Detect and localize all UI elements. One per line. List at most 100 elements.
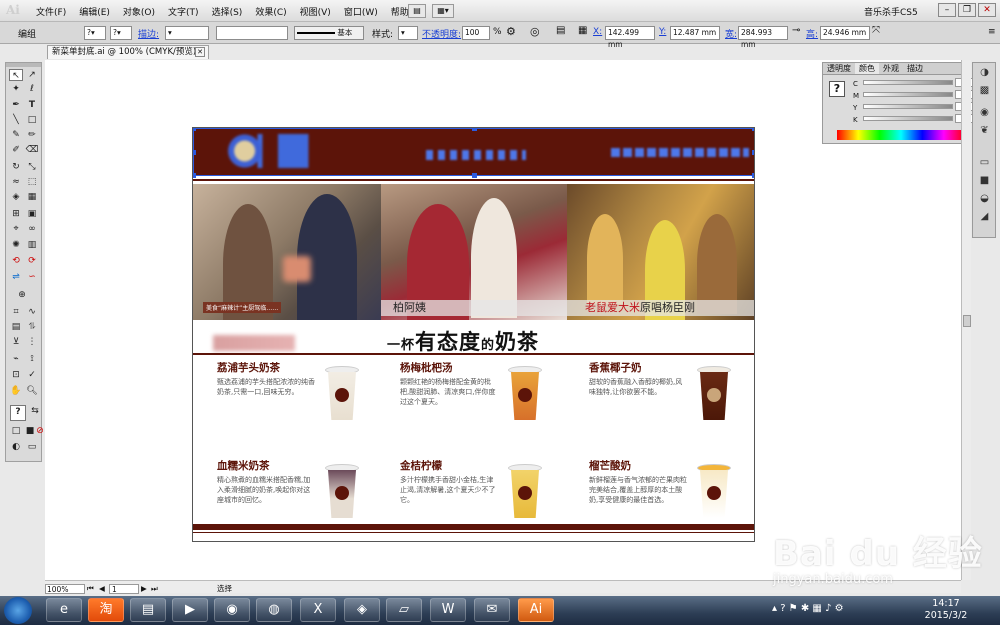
transform-panel-icon[interactable]: ⤧ (872, 25, 880, 36)
menu-object[interactable]: 对象(O) (123, 5, 155, 18)
menu-select[interactable]: 选择(S) (212, 5, 243, 18)
stroke-swatch[interactable]: ?▾ (110, 26, 132, 40)
line-tool-icon[interactable]: ╲ (9, 114, 23, 126)
zoom-field[interactable]: 100% (45, 584, 85, 594)
recolor-icon[interactable]: ⚙ (506, 25, 516, 38)
chrome-icon[interactable]: ◍ (256, 598, 292, 622)
appearance-panel-icon[interactable]: ◢ (978, 211, 991, 223)
mesh-tool-icon[interactable]: ⊞ (9, 208, 23, 220)
menu-file[interactable]: 文件(F) (36, 5, 66, 18)
document-tab[interactable]: 新菜单封底.ai @ 100% (CMYK/预览) ✕ (47, 45, 209, 59)
menu-item[interactable]: 荔浦芋头奶茶 甄选荔浦的芋头搭配浓浓的纯香奶茶,只需一口,回味无穷。 (217, 360, 377, 440)
height-input[interactable]: 24.946 mm (820, 26, 870, 40)
close-document-icon[interactable]: ✕ (195, 47, 205, 57)
menu-item[interactable]: 杨梅枇杷汤 颗颗红艳的杨梅搭配金黄的枇杷,酸甜润肺、清凉爽口,伴你度过这个夏天。 (400, 360, 560, 440)
clock[interactable]: 14:17 2015/3/2 (916, 598, 976, 622)
curvature-tool-icon[interactable]: ⟳ (25, 255, 39, 267)
eraser-tool-icon[interactable]: ⌫ (25, 144, 39, 156)
eyedropper-tool-icon[interactable]: ⌖ (9, 223, 23, 235)
resize-handle-bl[interactable] (193, 173, 196, 178)
free-transform-tool-icon[interactable]: ⬚ (25, 176, 39, 188)
opacity-input[interactable]: 100 (462, 26, 490, 40)
color-panel-icon[interactable]: ◑ (978, 67, 991, 79)
fill-swatch[interactable]: ?▾ (84, 26, 106, 40)
resize-handle-b[interactable] (472, 173, 477, 178)
y-label[interactable]: Y: (659, 27, 666, 37)
explorer-icon[interactable]: ▤ (130, 598, 166, 622)
variable-width-select[interactable] (216, 26, 288, 40)
eyedropper-alt-icon[interactable]: ✓ (25, 369, 39, 381)
gradient-mode-icon[interactable]: ■ (23, 425, 37, 437)
screen-mode-icon[interactable]: ▭ (25, 441, 39, 453)
blob-brush-tool-icon[interactable]: ✐ (9, 144, 23, 156)
rotate-tool-icon[interactable]: ↻ (9, 161, 23, 173)
pencil-tool-icon[interactable]: ✏ (25, 129, 39, 141)
slice-select-tool-icon[interactable]: ⋮ (25, 336, 39, 348)
blend-tool-icon[interactable]: ∞ (25, 223, 39, 235)
browser-360-icon[interactable]: ◉ (214, 598, 250, 622)
prev-artboard-icon[interactable]: ◀ (99, 584, 105, 594)
crop-tool-icon[interactable]: ⊡ (9, 369, 23, 381)
shape-builder-tool-icon[interactable]: ◈ (9, 191, 23, 203)
warp-tool-icon[interactable]: ≈ (9, 176, 23, 188)
qq-browser-icon[interactable]: ◈ (344, 598, 380, 622)
tab-transparency[interactable]: 透明度 (823, 63, 855, 74)
paintbrush-tool-icon[interactable]: ✎ (9, 129, 23, 141)
width-tool-icon[interactable]: ⇌ (9, 271, 23, 283)
channel-y-slider[interactable] (863, 104, 953, 109)
word-icon[interactable]: W (430, 598, 466, 622)
minimize-icon[interactable]: – (938, 3, 956, 17)
hand-tool-icon[interactable]: ✋ (9, 385, 23, 397)
vertical-scroll-thumb[interactable] (963, 315, 971, 327)
fill-stroke-icon[interactable]: ? (10, 405, 26, 421)
transparency-panel-icon[interactable]: ◒ (978, 193, 991, 205)
workspace-switcher[interactable]: 音乐杀手CS5 (864, 5, 918, 18)
arrange-documents-icon[interactable]: ▦▾ (432, 4, 454, 18)
x-label[interactable]: X: (593, 27, 602, 37)
swap-fill-stroke-icon[interactable]: ⇆ (28, 405, 42, 417)
scale-tool-icon[interactable]: ⤡ (25, 161, 39, 173)
width-input[interactable]: 284.993 mm (738, 26, 788, 49)
transform-icon[interactable]: ▤ (556, 25, 565, 36)
color-guide-icon[interactable]: ▩ (978, 85, 991, 97)
reference-point-icon[interactable]: ▦ (578, 25, 587, 36)
vertical-scrollbar[interactable] (961, 60, 971, 580)
live-paint-select-icon[interactable]: ⟟ (25, 353, 39, 365)
graphic-style-select[interactable]: ▾ (398, 26, 418, 40)
menu-edit[interactable]: 编辑(E) (79, 5, 110, 18)
illustrator-icon[interactable]: Ai (518, 598, 554, 622)
restore-icon[interactable]: ❐ (958, 3, 976, 17)
mail-icon[interactable]: ✉ (474, 598, 510, 622)
channel-k-slider[interactable] (863, 116, 953, 121)
next-artboard-icon[interactable]: ▶ (141, 584, 147, 594)
media-player-icon[interactable]: ▶ (172, 598, 208, 622)
align-icon[interactable]: ◎ (530, 25, 540, 38)
x-input[interactable]: 142.499 mm (605, 26, 655, 49)
reshape-tool-icon[interactable]: ∽ (25, 271, 39, 283)
resize-handle-t[interactable] (472, 128, 477, 131)
last-artboard-icon[interactable]: ⏭ (151, 584, 158, 594)
menu-view[interactable]: 视图(V) (300, 5, 331, 18)
selection-tool-icon[interactable]: ↖ (9, 69, 23, 81)
ie-icon[interactable]: e (46, 598, 82, 622)
artboard-number-field[interactable]: 1 (109, 584, 139, 594)
symbol-sprayer-tool-icon[interactable]: ✺ (9, 239, 23, 251)
chart-tool-icon[interactable]: ▤ (9, 321, 23, 333)
zoom-tool-icon[interactable]: 🔍︎ (25, 385, 39, 397)
resize-handle-r[interactable] (752, 150, 754, 155)
drawing-mode-icon[interactable]: ◐ (9, 441, 23, 453)
current-tool-label[interactable]: 选择 (217, 584, 232, 594)
control-menu-icon[interactable]: ≡ (988, 27, 996, 37)
scissors-tool-icon[interactable]: ∿ (25, 306, 39, 318)
color-mode-icon[interactable]: □ (9, 425, 23, 437)
magic-wand-tool-icon[interactable]: ✦ (9, 83, 23, 95)
menu-type[interactable]: 文字(T) (168, 5, 199, 18)
y-input[interactable]: 12.487 mm (670, 26, 720, 40)
channel-c-slider[interactable] (863, 80, 953, 85)
artboard[interactable]: 美食“麻辣计”主厨驾临…… 柏阿姨 老鼠爱大米 原唱杨臣刚 一杯有态度的奶茶 荔… (192, 127, 755, 542)
slice-tool-icon[interactable]: ⌗ (9, 306, 23, 318)
panel-grip[interactable] (6, 63, 41, 67)
column-graph-tool-icon[interactable]: ▥ (25, 239, 39, 251)
channel-m-slider[interactable] (863, 92, 953, 97)
artboard-tool-icon[interactable]: ⊕ (15, 289, 29, 301)
